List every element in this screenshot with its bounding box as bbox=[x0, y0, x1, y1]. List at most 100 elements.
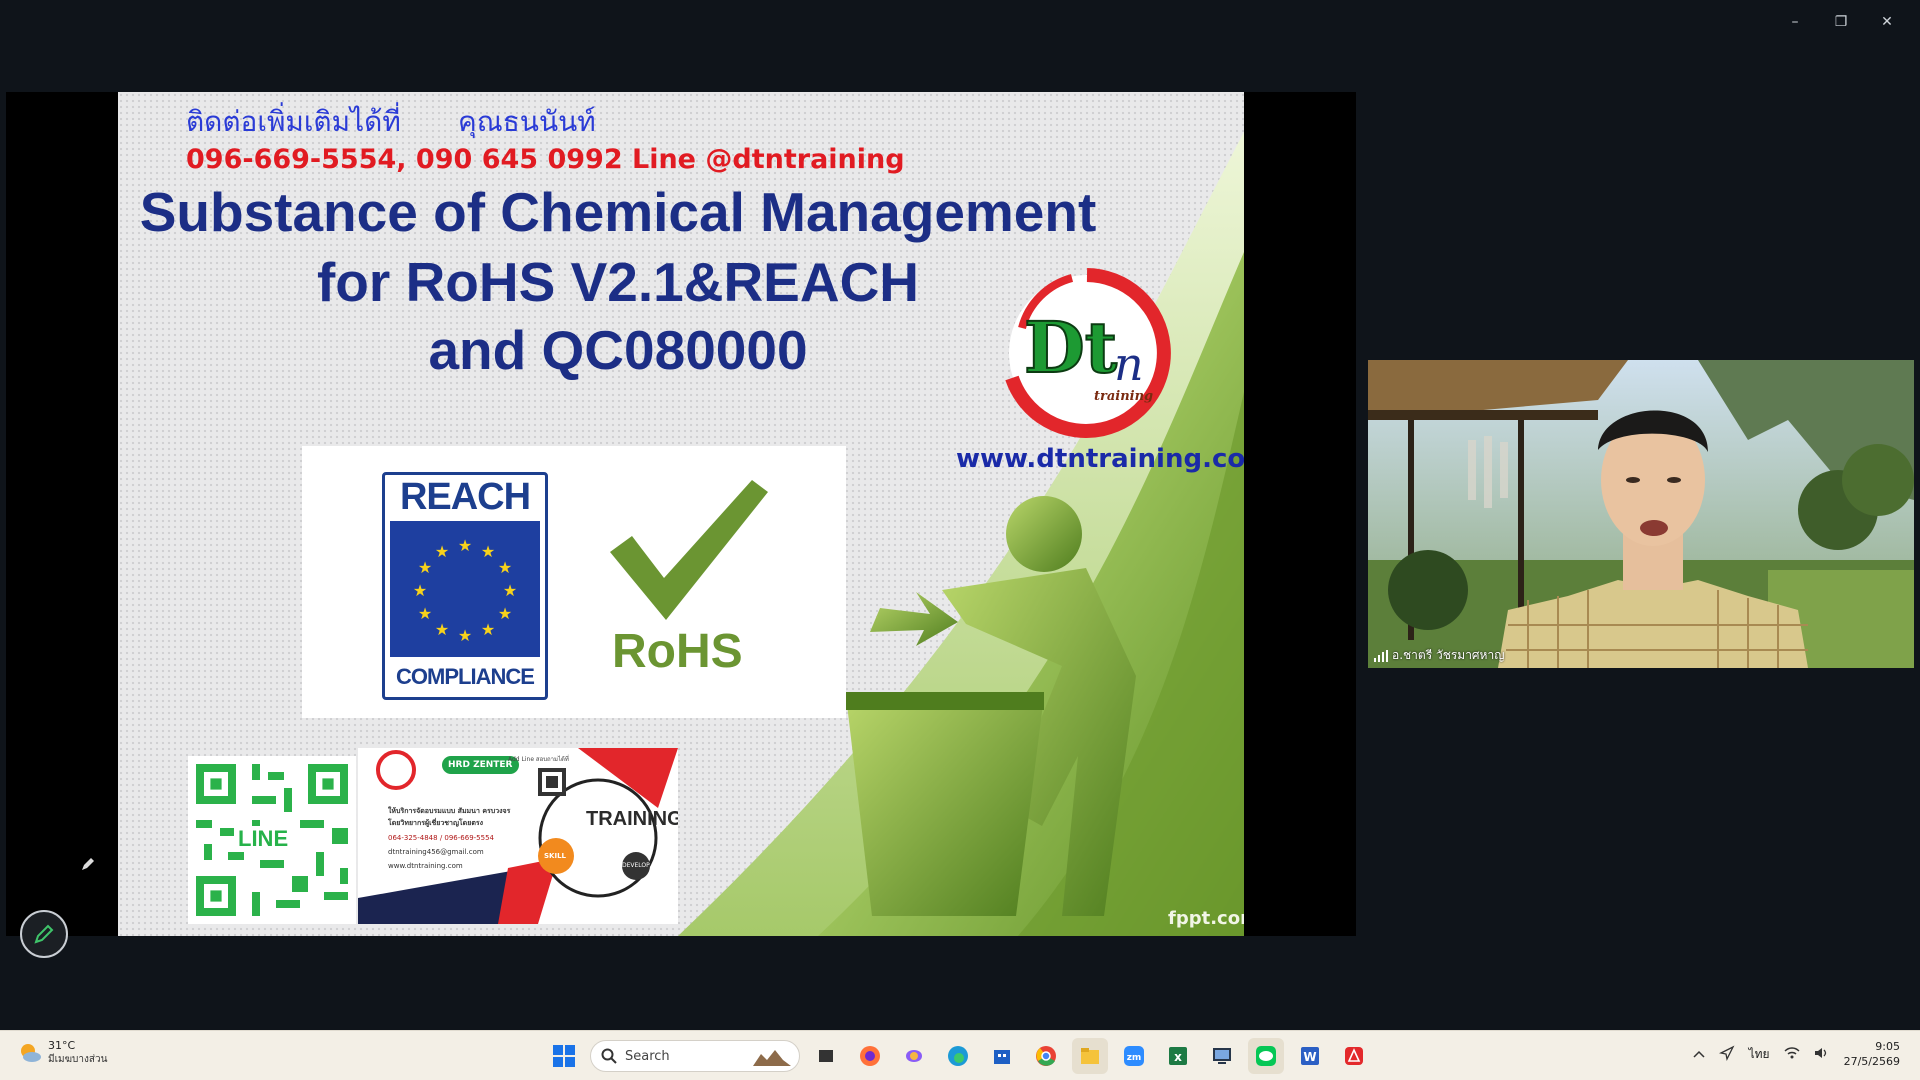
webcam-scene bbox=[1368, 360, 1914, 668]
logo-subtitle: training bbox=[1094, 389, 1153, 404]
svg-text:★: ★ bbox=[498, 558, 512, 577]
logo-letters: Dt bbox=[1024, 306, 1117, 389]
window-controls: – ❐ ✕ bbox=[1772, 10, 1910, 34]
svg-text:★: ★ bbox=[435, 542, 449, 561]
participant-name: อ.ชาตรี วัชรมาศหาญ bbox=[1392, 648, 1505, 662]
contact-prefix: ติดต่อเพิ่มเติมได้ที่ bbox=[186, 105, 401, 138]
svg-text:★: ★ bbox=[435, 620, 449, 639]
windows-start-icon bbox=[553, 1045, 575, 1067]
close-button[interactable]: ✕ bbox=[1864, 10, 1910, 34]
svg-text:★: ★ bbox=[498, 604, 512, 623]
compliance-label: COMPLIANCE bbox=[396, 664, 535, 689]
svg-text:★: ★ bbox=[418, 604, 432, 623]
wifi-icon[interactable] bbox=[1784, 1046, 1800, 1063]
clock-time: 9:05 bbox=[1875, 1040, 1900, 1053]
edge-button[interactable] bbox=[940, 1038, 976, 1074]
word-icon: W bbox=[1301, 1047, 1319, 1065]
svg-text:W: W bbox=[1303, 1050, 1316, 1064]
system-tray: ไทย 9:05 27/5/2569 bbox=[1693, 1039, 1900, 1069]
task-view-icon bbox=[819, 1050, 833, 1062]
contact-phones: 096-669-5554, 090 645 0992 Line @dtntrai… bbox=[186, 144, 905, 175]
svg-text:zm: zm bbox=[1127, 1053, 1142, 1063]
search-placeholder: Search bbox=[625, 1048, 670, 1064]
volume-icon[interactable] bbox=[1814, 1046, 1830, 1063]
line-qr-code[interactable]: LINE bbox=[188, 756, 356, 924]
clock-date: 27/5/2569 bbox=[1843, 1055, 1900, 1068]
remote-desktop-button[interactable] bbox=[1204, 1038, 1240, 1074]
shared-screen: ติดต่อเพิ่มเติมได้ที่ คุณธนนันท์ 096-669… bbox=[6, 92, 1356, 936]
copilot-button[interactable] bbox=[896, 1038, 932, 1074]
contact-name: คุณธนนันท์ bbox=[458, 105, 596, 138]
svg-text:★: ★ bbox=[458, 536, 472, 555]
input-language[interactable]: ไทย bbox=[1749, 1045, 1770, 1064]
flyer-description-1: ให้บริการจัดอบรมแบบ สัมมนา ครบวงจร bbox=[388, 807, 511, 815]
weather-widget[interactable]: 31°C มีเมฆบางส่วน bbox=[18, 1039, 107, 1067]
weather-partly-cloudy-icon bbox=[21, 1044, 41, 1062]
taskbar: 31°C มีเมฆบางส่วน Search zm x W ไทย 9:05… bbox=[0, 1030, 1920, 1080]
taskbar-apps: Search zm x W bbox=[546, 1038, 1372, 1074]
excel-button[interactable]: x bbox=[1160, 1038, 1196, 1074]
desktop-root: – ❐ ✕ ติดต่อเพิ่มเติมได้ที่ คุณธนนันท์ 0… bbox=[0, 0, 1920, 1080]
windows-start-button[interactable] bbox=[546, 1038, 582, 1074]
location-icon[interactable] bbox=[1718, 1045, 1735, 1064]
line-button[interactable] bbox=[1248, 1038, 1284, 1074]
svg-text:★: ★ bbox=[503, 581, 517, 600]
file-explorer-icon bbox=[1081, 1048, 1099, 1064]
restore-button[interactable]: ❐ bbox=[1818, 10, 1864, 34]
chevron-up-icon[interactable] bbox=[1693, 1047, 1705, 1061]
weather-description: มีเมฆบางส่วน bbox=[48, 1054, 108, 1065]
svg-text:★: ★ bbox=[418, 558, 432, 577]
participant-name-tag: อ.ชาตรี วัชรมาศหาญ bbox=[1374, 646, 1504, 665]
task-view-button[interactable] bbox=[808, 1038, 844, 1074]
chrome-button[interactable] bbox=[1028, 1038, 1064, 1074]
compliance-badges: REACH ★★★ ★★★ ★★★ ★★★ COMPLIANCE bbox=[302, 446, 846, 718]
search-highlight-icon bbox=[753, 1050, 791, 1066]
slide-title-line-1: Substance of Chemical Management bbox=[139, 181, 1097, 243]
file-explorer-button[interactable] bbox=[1072, 1038, 1108, 1074]
store-icon bbox=[994, 1050, 1010, 1064]
store-button[interactable] bbox=[984, 1038, 1020, 1074]
pencil-icon bbox=[34, 924, 54, 944]
copilot-icon bbox=[906, 1050, 922, 1062]
participant-video[interactable]: อ.ชาตรี วัชรมาศหาญ bbox=[1368, 360, 1914, 668]
signal-bars-icon bbox=[1374, 649, 1388, 662]
svg-text:★: ★ bbox=[481, 620, 495, 639]
presentation-slide: ติดต่อเพิ่มเติมได้ที่ คุณธนนันท์ 096-669… bbox=[118, 92, 1244, 936]
slide-title-line-2: for RoHS V2.1&REACH bbox=[316, 251, 920, 313]
flyer-phone: 064-325-4848 / 096-669-5554 bbox=[388, 834, 494, 842]
flyer-develop-label: DEVELOP bbox=[622, 862, 650, 869]
firefox-icon bbox=[860, 1046, 880, 1066]
search-icon bbox=[601, 1048, 617, 1064]
acrobat-button[interactable] bbox=[1336, 1038, 1372, 1074]
flyer-skill-label: SKILL bbox=[544, 852, 566, 860]
word-button[interactable]: W bbox=[1292, 1038, 1328, 1074]
svg-text:x: x bbox=[1174, 1050, 1182, 1064]
excel-icon: x bbox=[1169, 1047, 1187, 1065]
dtn-logo: Dt n training bbox=[1005, 268, 1171, 438]
flyer-description-2: โดยวิทยากรผู้เชี่ยวชาญโดยตรง bbox=[388, 819, 484, 827]
zoom-icon: zm bbox=[1124, 1046, 1144, 1066]
zoom-button[interactable]: zm bbox=[1116, 1038, 1152, 1074]
line-icon bbox=[1256, 1046, 1276, 1066]
website-url: www.dtntraining.com bbox=[956, 444, 1244, 474]
rohs-label: RoHS bbox=[612, 625, 743, 678]
reach-compliance-badge: REACH ★ ★ ★ ★ ★ ★ ★ ★ ★ ★ ★ ★ COMPLIANCE bbox=[382, 472, 548, 700]
clock[interactable]: 9:05 27/5/2569 bbox=[1844, 1039, 1900, 1069]
qr-line-label: LINE bbox=[234, 826, 293, 852]
svg-text:★: ★ bbox=[481, 542, 495, 561]
slide-title-line-3: and QC080000 bbox=[428, 319, 808, 381]
taskbar-search[interactable]: Search bbox=[590, 1040, 800, 1072]
remote-desktop-icon bbox=[1213, 1048, 1231, 1064]
annotate-button[interactable] bbox=[20, 910, 68, 958]
firefox-button[interactable] bbox=[852, 1038, 888, 1074]
flyer-email: dtntraining456@gmail.com bbox=[388, 848, 484, 856]
annotate-cursor-icon bbox=[80, 856, 96, 876]
edge-icon bbox=[948, 1046, 968, 1066]
svg-text:★: ★ bbox=[413, 581, 427, 600]
svg-text:★: ★ bbox=[458, 626, 472, 645]
eu-flag-icon: ★ ★★ ★★★ ★★★ ★★★ bbox=[390, 521, 540, 657]
recycle-person-trashcan-icon bbox=[846, 496, 1136, 916]
reach-label: REACH bbox=[399, 475, 531, 518]
checkmark-icon bbox=[610, 480, 768, 620]
minimize-button[interactable]: – bbox=[1772, 10, 1818, 34]
